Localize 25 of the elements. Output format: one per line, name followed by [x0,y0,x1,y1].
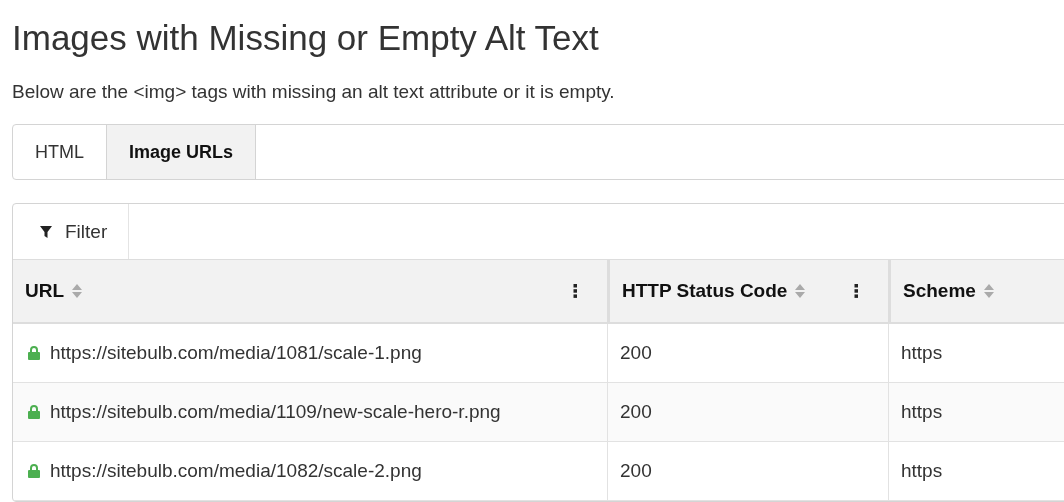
url-text[interactable]: https://sitebulb.com/media/1082/scale-2.png [50,460,422,482]
more-icon [854,284,858,298]
sort-icon [72,283,83,299]
url-text[interactable]: https://sitebulb.com/media/1081/scale-1.png [50,342,422,364]
sort-icon [983,283,994,299]
sort-icon [795,283,806,299]
page-title: Images with Missing or Empty Alt Text [12,17,600,59]
table-cell: https [888,383,1064,442]
description-text: Below are the <img> tags with missing an alt text attribute or it is empty. [12,80,616,104]
table-cell: https [888,442,1064,501]
lock-icon [28,346,40,360]
table-cell: 200 [607,442,888,501]
filter-icon [39,224,53,239]
column-title: URL [25,280,65,302]
more-icon [573,284,577,298]
tab[interactable]: Image URLs [107,125,257,179]
column-header[interactable]: Scheme [888,260,1064,324]
column-title: Scheme [903,280,976,302]
column-header[interactable]: HTTP Status Code [607,260,888,324]
filter-button[interactable]: Filter [13,204,130,259]
column-header[interactable]: URL [13,260,607,324]
lock-icon [28,464,40,478]
column-title: HTTP Status Code [622,280,788,302]
lock-icon [28,405,40,419]
table-cell: 200 [607,383,888,442]
